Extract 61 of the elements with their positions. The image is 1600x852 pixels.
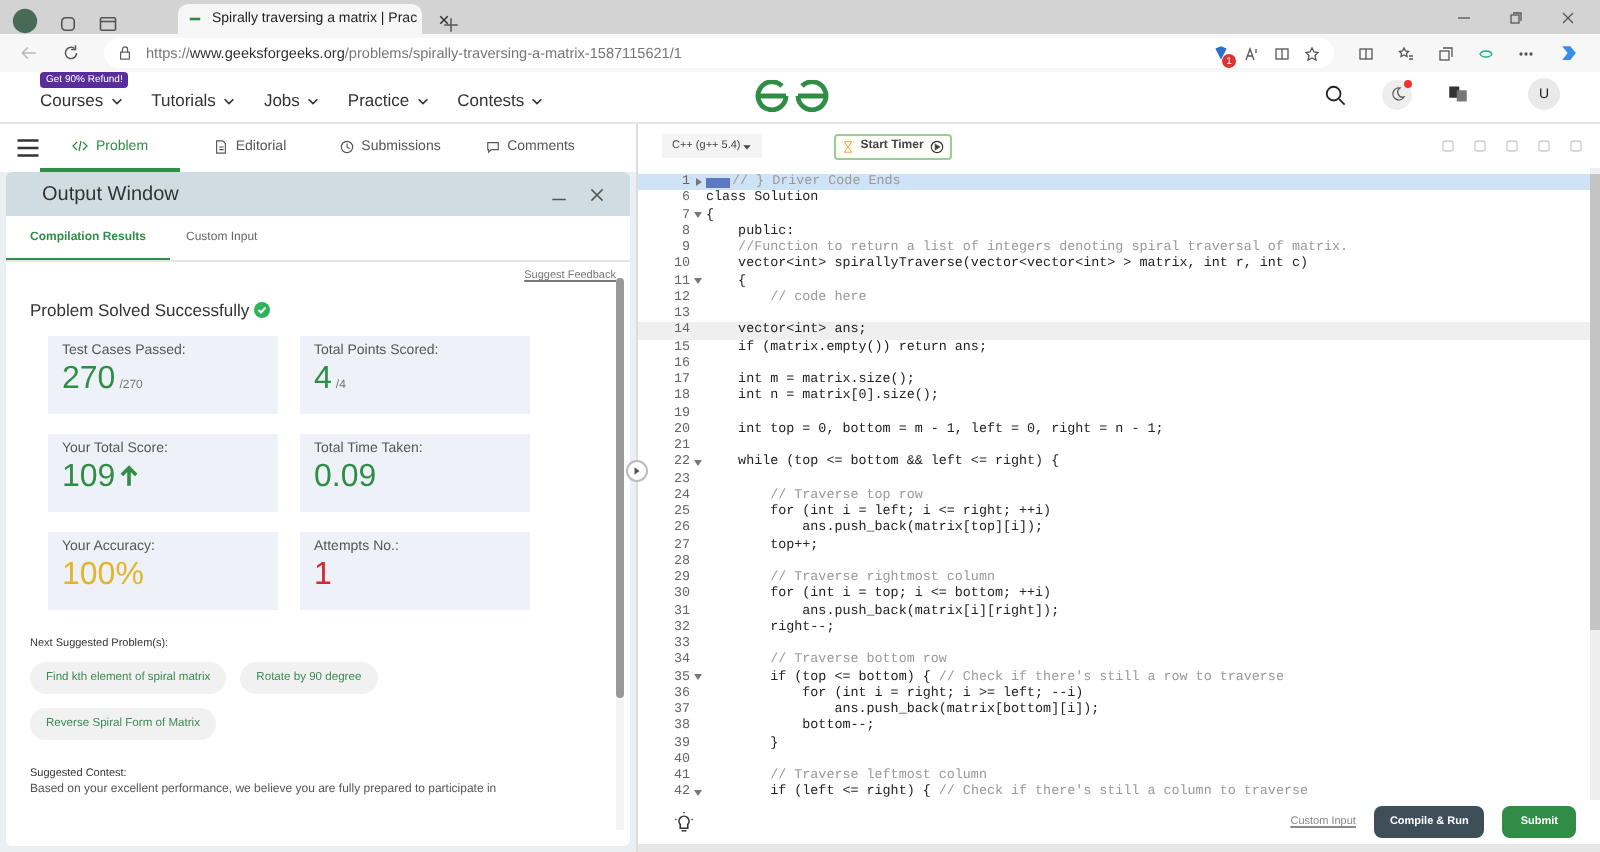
collapse-arrow-icon[interactable] (694, 459, 702, 466)
favorite-star-icon[interactable] (1304, 45, 1320, 61)
comment-icon (485, 139, 500, 153)
read-aloud-icon[interactable] (1244, 45, 1260, 61)
scrollbar-thumb[interactable] (616, 278, 624, 698)
stat-value: 1 (314, 558, 332, 594)
moon-icon (1389, 86, 1405, 102)
check-circle-icon (253, 302, 270, 318)
stat-value: 4 (314, 362, 332, 398)
clock-icon (339, 139, 354, 153)
hourglass-icon (842, 139, 855, 153)
profile-avatar-icon[interactable] (12, 8, 38, 34)
site-favicon-icon (188, 12, 202, 26)
window-title: Output Window (42, 183, 179, 205)
play-circle-icon (929, 139, 944, 153)
chevron-down-icon (109, 93, 124, 107)
close-icon[interactable] (588, 185, 606, 203)
collapse-arrow-icon[interactable] (694, 789, 702, 796)
search-icon[interactable] (1324, 83, 1346, 105)
stat-value: 0.09 (314, 460, 377, 496)
chevron-down-icon (305, 93, 320, 107)
close-icon[interactable] (1560, 9, 1576, 25)
restore-icon[interactable] (1508, 9, 1524, 25)
collapse-arrow-icon[interactable] (694, 212, 702, 219)
document-icon (213, 139, 228, 153)
copilot-icon[interactable] (1558, 42, 1580, 64)
chevron-down-icon (415, 93, 430, 107)
nav-menu[interactable]: Tutorials (151, 90, 236, 110)
chevron-down-icon (221, 93, 236, 107)
menu-icon[interactable] (16, 136, 40, 160)
folded-code-marker[interactable] (706, 177, 730, 188)
workspaces-icon[interactable] (58, 14, 78, 34)
nav-menu[interactable]: Contests (457, 90, 545, 110)
tab-actions-icon[interactable] (98, 14, 118, 34)
favorites-icon[interactable] (1398, 45, 1414, 61)
scrollbar-thumb[interactable] (1590, 174, 1600, 630)
collections-icon[interactable] (1438, 45, 1454, 61)
new-tab-icon[interactable] (442, 16, 460, 34)
dark-mode-toggle[interactable] (1382, 79, 1412, 109)
lock-icon (118, 46, 132, 60)
collapse-arrow-icon[interactable] (694, 278, 702, 285)
stat-value: 109 (62, 460, 116, 496)
caret-icon (742, 141, 753, 151)
nav-menu[interactable]: Courses (40, 90, 124, 110)
code-editor[interactable] (638, 168, 1600, 800)
stat-value: 100% (62, 558, 144, 594)
nav-menu[interactable]: Jobs (263, 90, 320, 110)
extension-icon[interactable] (1212, 44, 1230, 62)
collapse-arrow-icon[interactable] (694, 674, 702, 681)
code-icon (71, 138, 88, 154)
refresh-icon[interactable] (62, 44, 80, 62)
close-icon[interactable] (437, 13, 450, 25)
nav-menu[interactable]: Practice (347, 90, 430, 110)
stat-value: 270 (62, 362, 116, 398)
split-screen-icon[interactable] (1358, 45, 1374, 61)
chevron-down-icon (530, 93, 545, 107)
site-logo[interactable] (752, 80, 832, 112)
lightbulb-icon[interactable] (674, 812, 694, 832)
status-message: Problem Solved Successfully (30, 300, 250, 320)
immersive-reader-icon[interactable] (1274, 45, 1290, 61)
expand-arrow-icon[interactable] (695, 178, 701, 187)
